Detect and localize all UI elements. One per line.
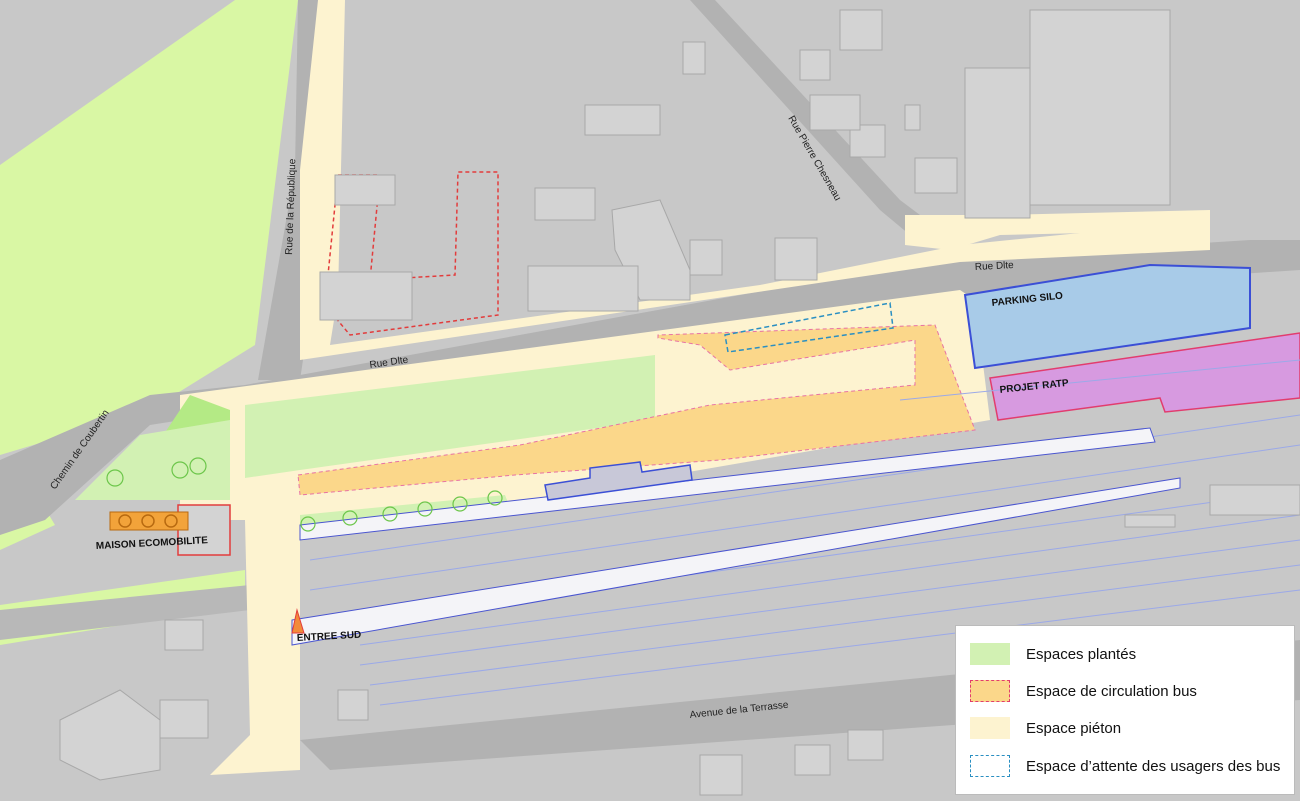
legend-item-bus-waiting: Espace d’attente des usagers des bus [970, 753, 1280, 779]
legend-item-pedestrian: Espace piéton [970, 715, 1121, 741]
street-rue-dlte-upper: Rue Dlte [975, 260, 1015, 273]
legend-label-pedestrian: Espace piéton [1026, 719, 1122, 737]
legend-swatch-bus-circulation [970, 680, 1010, 702]
legend-item-bus-circulation: Espace de circulation bus [970, 678, 1197, 704]
legend-label-bus-waiting: Espace d’attente des usagers des bus [1026, 757, 1281, 775]
legend-label-planted: Espaces plantés [1026, 645, 1137, 663]
legend-swatch-pedestrian [970, 717, 1010, 739]
legend-swatch-bus-waiting [970, 755, 1010, 777]
legend-item-planted: Espaces plantés [970, 641, 1136, 667]
legend-label-bus-circulation: Espace de circulation bus [1026, 682, 1197, 700]
legend-swatch-planted [970, 643, 1010, 665]
map-legend: Espaces plantés Espace de circulation bu… [955, 625, 1295, 795]
